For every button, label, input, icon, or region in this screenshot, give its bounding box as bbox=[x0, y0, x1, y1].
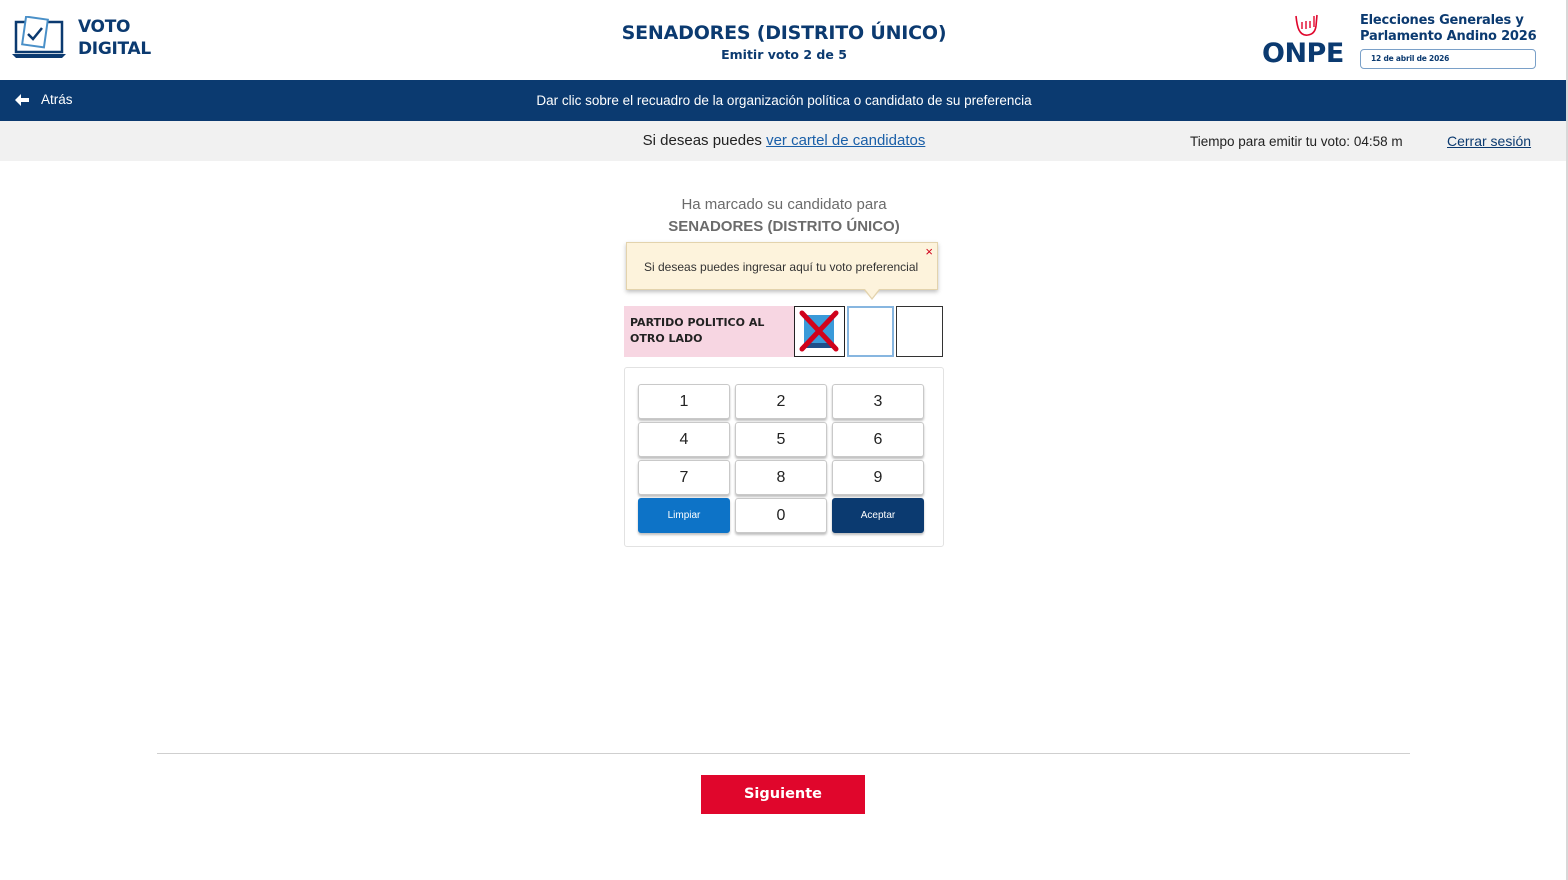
marked-message: Ha marcado su candidato para bbox=[681, 196, 887, 213]
vote-timer: Tiempo para emitir tu voto: 04:58 m bbox=[1190, 134, 1403, 149]
tooltip-arrow-inner bbox=[865, 289, 879, 298]
clear-button[interactable]: Limpiar bbox=[638, 498, 730, 533]
key-3[interactable]: 3 bbox=[832, 384, 924, 419]
elections-title: Elecciones Generales y Parlamento Andino… bbox=[1360, 13, 1537, 69]
onpe-text: ONPE bbox=[1262, 38, 1344, 69]
key-7[interactable]: 7 bbox=[638, 460, 730, 495]
preferential-vote-box-2[interactable] bbox=[896, 306, 943, 357]
elections-line1: Elecciones Generales y bbox=[1360, 13, 1524, 28]
key-8[interactable]: 8 bbox=[735, 460, 827, 495]
key-5[interactable]: 5 bbox=[735, 422, 827, 457]
footer-divider bbox=[157, 753, 1410, 754]
key-9[interactable]: 9 bbox=[832, 460, 924, 495]
preferential-vote-box-1[interactable] bbox=[847, 306, 894, 357]
key-0[interactable]: 0 bbox=[735, 498, 827, 533]
key-1[interactable]: 1 bbox=[638, 384, 730, 419]
page: VOTO DIGITAL SENADORES (DISTRITO ÚNICO) … bbox=[0, 0, 1568, 880]
header: VOTO DIGITAL SENADORES (DISTRITO ÚNICO) … bbox=[0, 0, 1568, 80]
party-name[interactable]: PARTIDO POLITICO AL OTRO LADO bbox=[624, 306, 794, 357]
accept-button[interactable]: Aceptar bbox=[832, 498, 924, 533]
instruction-bar: Atrás Dar clic sobre el recuadro de la o… bbox=[0, 80, 1568, 121]
numeric-keypad: 1 2 3 4 5 6 7 8 9 Limpiar 0 Aceptar bbox=[624, 367, 944, 547]
key-2[interactable]: 2 bbox=[735, 384, 827, 419]
close-icon[interactable]: × bbox=[925, 244, 933, 259]
party-logo-box[interactable] bbox=[794, 306, 845, 357]
next-button[interactable]: Siguiente bbox=[701, 775, 865, 814]
onpe-logo: ONPE bbox=[1262, 12, 1354, 72]
instruction-text: Dar clic sobre el recuadro de la organiz… bbox=[536, 93, 1032, 108]
party-logo-marked-icon bbox=[799, 310, 839, 352]
candidates-board-link[interactable]: ver cartel de candidatos bbox=[766, 132, 925, 149]
key-6[interactable]: 6 bbox=[832, 422, 924, 457]
logout-link[interactable]: Cerrar sesión bbox=[1447, 133, 1531, 149]
election-date: 12 de abril de 2026 bbox=[1360, 49, 1537, 69]
candidates-hint-prefix: Si deseas puedes bbox=[642, 132, 767, 149]
marked-office: SENADORES (DISTRITO ÚNICO) bbox=[668, 218, 900, 235]
tooltip-text: Si deseas puedes ingresar aquí tu voto p… bbox=[644, 260, 919, 274]
key-4[interactable]: 4 bbox=[638, 422, 730, 457]
preferential-vote-tooltip: Si deseas puedes ingresar aquí tu voto p… bbox=[626, 242, 938, 300]
elections-line2: Parlamento Andino 2026 bbox=[1360, 29, 1537, 44]
info-bar: Si deseas puedes ver cartel de candidato… bbox=[0, 121, 1568, 161]
